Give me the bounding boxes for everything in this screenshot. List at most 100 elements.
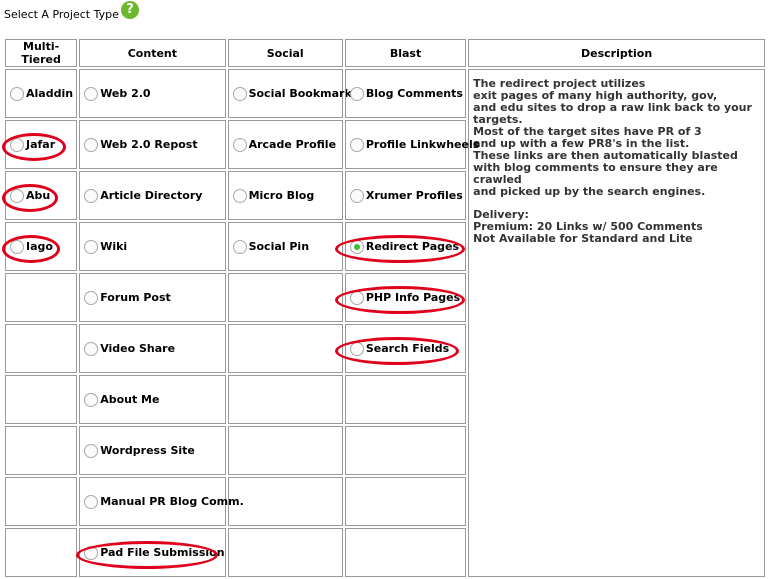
description-line: and picked up by the search engines. bbox=[473, 185, 706, 198]
option-label: Pad File Submission bbox=[100, 546, 225, 559]
option-label: Aladdin bbox=[26, 87, 74, 100]
option-wiki[interactable]: Wiki bbox=[79, 222, 226, 271]
radio-button[interactable] bbox=[349, 86, 364, 101]
project-type-table: Multi-Tiered Content Social Blast Descri… bbox=[2, 37, 767, 579]
empty-cell bbox=[227, 528, 343, 577]
option-wordpress-site[interactable]: Wordpress Site bbox=[79, 426, 226, 475]
radio-button[interactable] bbox=[84, 86, 99, 101]
empty-cell bbox=[344, 426, 467, 475]
option-php-info-pages[interactable]: PHP Info Pages bbox=[334, 273, 467, 322]
option-social-bookmarks[interactable]: Social Bookmarks bbox=[227, 69, 358, 118]
option-label: Web 2.0 bbox=[100, 87, 151, 100]
option-iago[interactable]: Iago bbox=[2, 222, 78, 271]
option-aladdin[interactable]: Aladdin bbox=[5, 69, 78, 118]
page-title: Select A Project Type bbox=[4, 8, 119, 21]
radio-button[interactable] bbox=[349, 188, 364, 203]
option-blog-comments[interactable]: Blog Comments bbox=[344, 69, 467, 118]
option-manual-pr-blog-comm[interactable]: Manual PR Blog Comm. bbox=[79, 477, 244, 526]
option-video-share[interactable]: Video Share bbox=[79, 324, 226, 373]
option-label: Micro Blog bbox=[248, 189, 315, 202]
option-jafar[interactable]: Jafar bbox=[2, 120, 78, 169]
radio-button[interactable] bbox=[84, 545, 99, 560]
radio-button[interactable] bbox=[10, 86, 24, 101]
empty-cell bbox=[5, 273, 78, 322]
empty-cell bbox=[5, 324, 78, 373]
radio-button[interactable] bbox=[349, 137, 364, 152]
option-label: Redirect Pages bbox=[365, 240, 459, 253]
option-label: Xrumer Profiles bbox=[365, 189, 463, 202]
option-web-2-0-repost[interactable]: Web 2.0 Repost bbox=[79, 120, 226, 169]
radio-button[interactable] bbox=[84, 239, 99, 254]
option-web-2-0[interactable]: Web 2.0 bbox=[79, 69, 226, 118]
radio-button[interactable] bbox=[232, 188, 247, 203]
header-multi-tiered: Multi-Tiered bbox=[5, 39, 78, 67]
header-social: Social bbox=[227, 39, 343, 67]
header-blast: Blast bbox=[344, 39, 467, 67]
option-arcade-profile[interactable]: Arcade Profile bbox=[227, 120, 343, 169]
radio-button[interactable] bbox=[349, 290, 364, 305]
radio-button[interactable] bbox=[10, 239, 24, 254]
radio-button[interactable] bbox=[84, 341, 99, 356]
option-label: Iago bbox=[26, 240, 53, 253]
empty-cell bbox=[344, 375, 467, 424]
empty-cell bbox=[344, 477, 467, 526]
empty-cell bbox=[227, 426, 343, 475]
option-label: Search Fields bbox=[365, 342, 450, 355]
description-panel: The redirect project utilizes exit pages… bbox=[468, 69, 765, 577]
radio-button[interactable] bbox=[84, 188, 99, 203]
description-line: with blog comments to ensure they are cr… bbox=[473, 161, 718, 186]
radio-button[interactable] bbox=[10, 188, 24, 203]
option-label: Manual PR Blog Comm. bbox=[100, 495, 244, 508]
radio-button[interactable] bbox=[232, 239, 247, 254]
radio-button[interactable] bbox=[84, 494, 99, 509]
empty-cell bbox=[227, 477, 343, 526]
header-content: Content bbox=[79, 39, 226, 67]
option-label: About Me bbox=[100, 393, 160, 406]
option-xrumer-profiles[interactable]: Xrumer Profiles bbox=[344, 171, 467, 220]
empty-cell bbox=[5, 477, 78, 526]
option-profile-linkwheels[interactable]: Profile Linkwheels bbox=[344, 120, 479, 169]
option-label: PHP Info Pages bbox=[365, 291, 461, 304]
option-label: Blog Comments bbox=[365, 87, 463, 100]
radio-button[interactable] bbox=[232, 137, 247, 152]
option-label: Arcade Profile bbox=[248, 138, 337, 151]
option-label: Video Share bbox=[100, 342, 176, 355]
option-label: Profile Linkwheels bbox=[365, 138, 480, 151]
empty-cell bbox=[227, 375, 343, 424]
option-label: Article Directory bbox=[100, 189, 203, 202]
option-micro-blog[interactable]: Micro Blog bbox=[227, 171, 343, 220]
empty-cell bbox=[227, 273, 343, 322]
option-label: Social Bookmarks bbox=[248, 87, 359, 100]
option-pad-file-submission[interactable]: Pad File Submission bbox=[76, 528, 226, 577]
option-label: Forum Post bbox=[100, 291, 171, 304]
option-label: Jafar bbox=[26, 138, 56, 151]
empty-cell bbox=[5, 375, 78, 424]
radio-button[interactable] bbox=[232, 86, 247, 101]
option-search-fields[interactable]: Search Fields bbox=[334, 324, 467, 373]
option-label: Abu bbox=[26, 189, 51, 202]
empty-cell bbox=[344, 528, 467, 577]
option-redirect-pages[interactable]: Redirect Pages bbox=[334, 222, 467, 271]
radio-button-selected[interactable] bbox=[349, 239, 364, 254]
option-article-directory[interactable]: Article Directory bbox=[79, 171, 226, 220]
radio-button[interactable] bbox=[349, 341, 364, 356]
radio-button[interactable] bbox=[84, 290, 99, 305]
header-description: Description bbox=[468, 39, 765, 67]
help-icon[interactable]: ? bbox=[121, 1, 139, 19]
option-label: Wordpress Site bbox=[100, 444, 195, 457]
option-label: Web 2.0 Repost bbox=[100, 138, 198, 151]
empty-cell bbox=[5, 426, 78, 475]
radio-button[interactable] bbox=[84, 137, 99, 152]
radio-button[interactable] bbox=[84, 392, 99, 407]
option-forum-post[interactable]: Forum Post bbox=[79, 273, 226, 322]
radio-button[interactable] bbox=[84, 443, 99, 458]
option-social-pin[interactable]: Social Pin bbox=[227, 222, 343, 271]
empty-cell bbox=[227, 324, 343, 373]
option-abu[interactable]: Abu bbox=[2, 171, 78, 220]
empty-cell bbox=[5, 528, 78, 577]
description-line: and edu sites to drop a raw link back to… bbox=[473, 101, 752, 126]
option-about-me[interactable]: About Me bbox=[79, 375, 226, 424]
delivery-line: Not Available for Standard and Lite bbox=[473, 232, 693, 245]
radio-button[interactable] bbox=[10, 137, 24, 152]
option-label: Wiki bbox=[100, 240, 128, 253]
